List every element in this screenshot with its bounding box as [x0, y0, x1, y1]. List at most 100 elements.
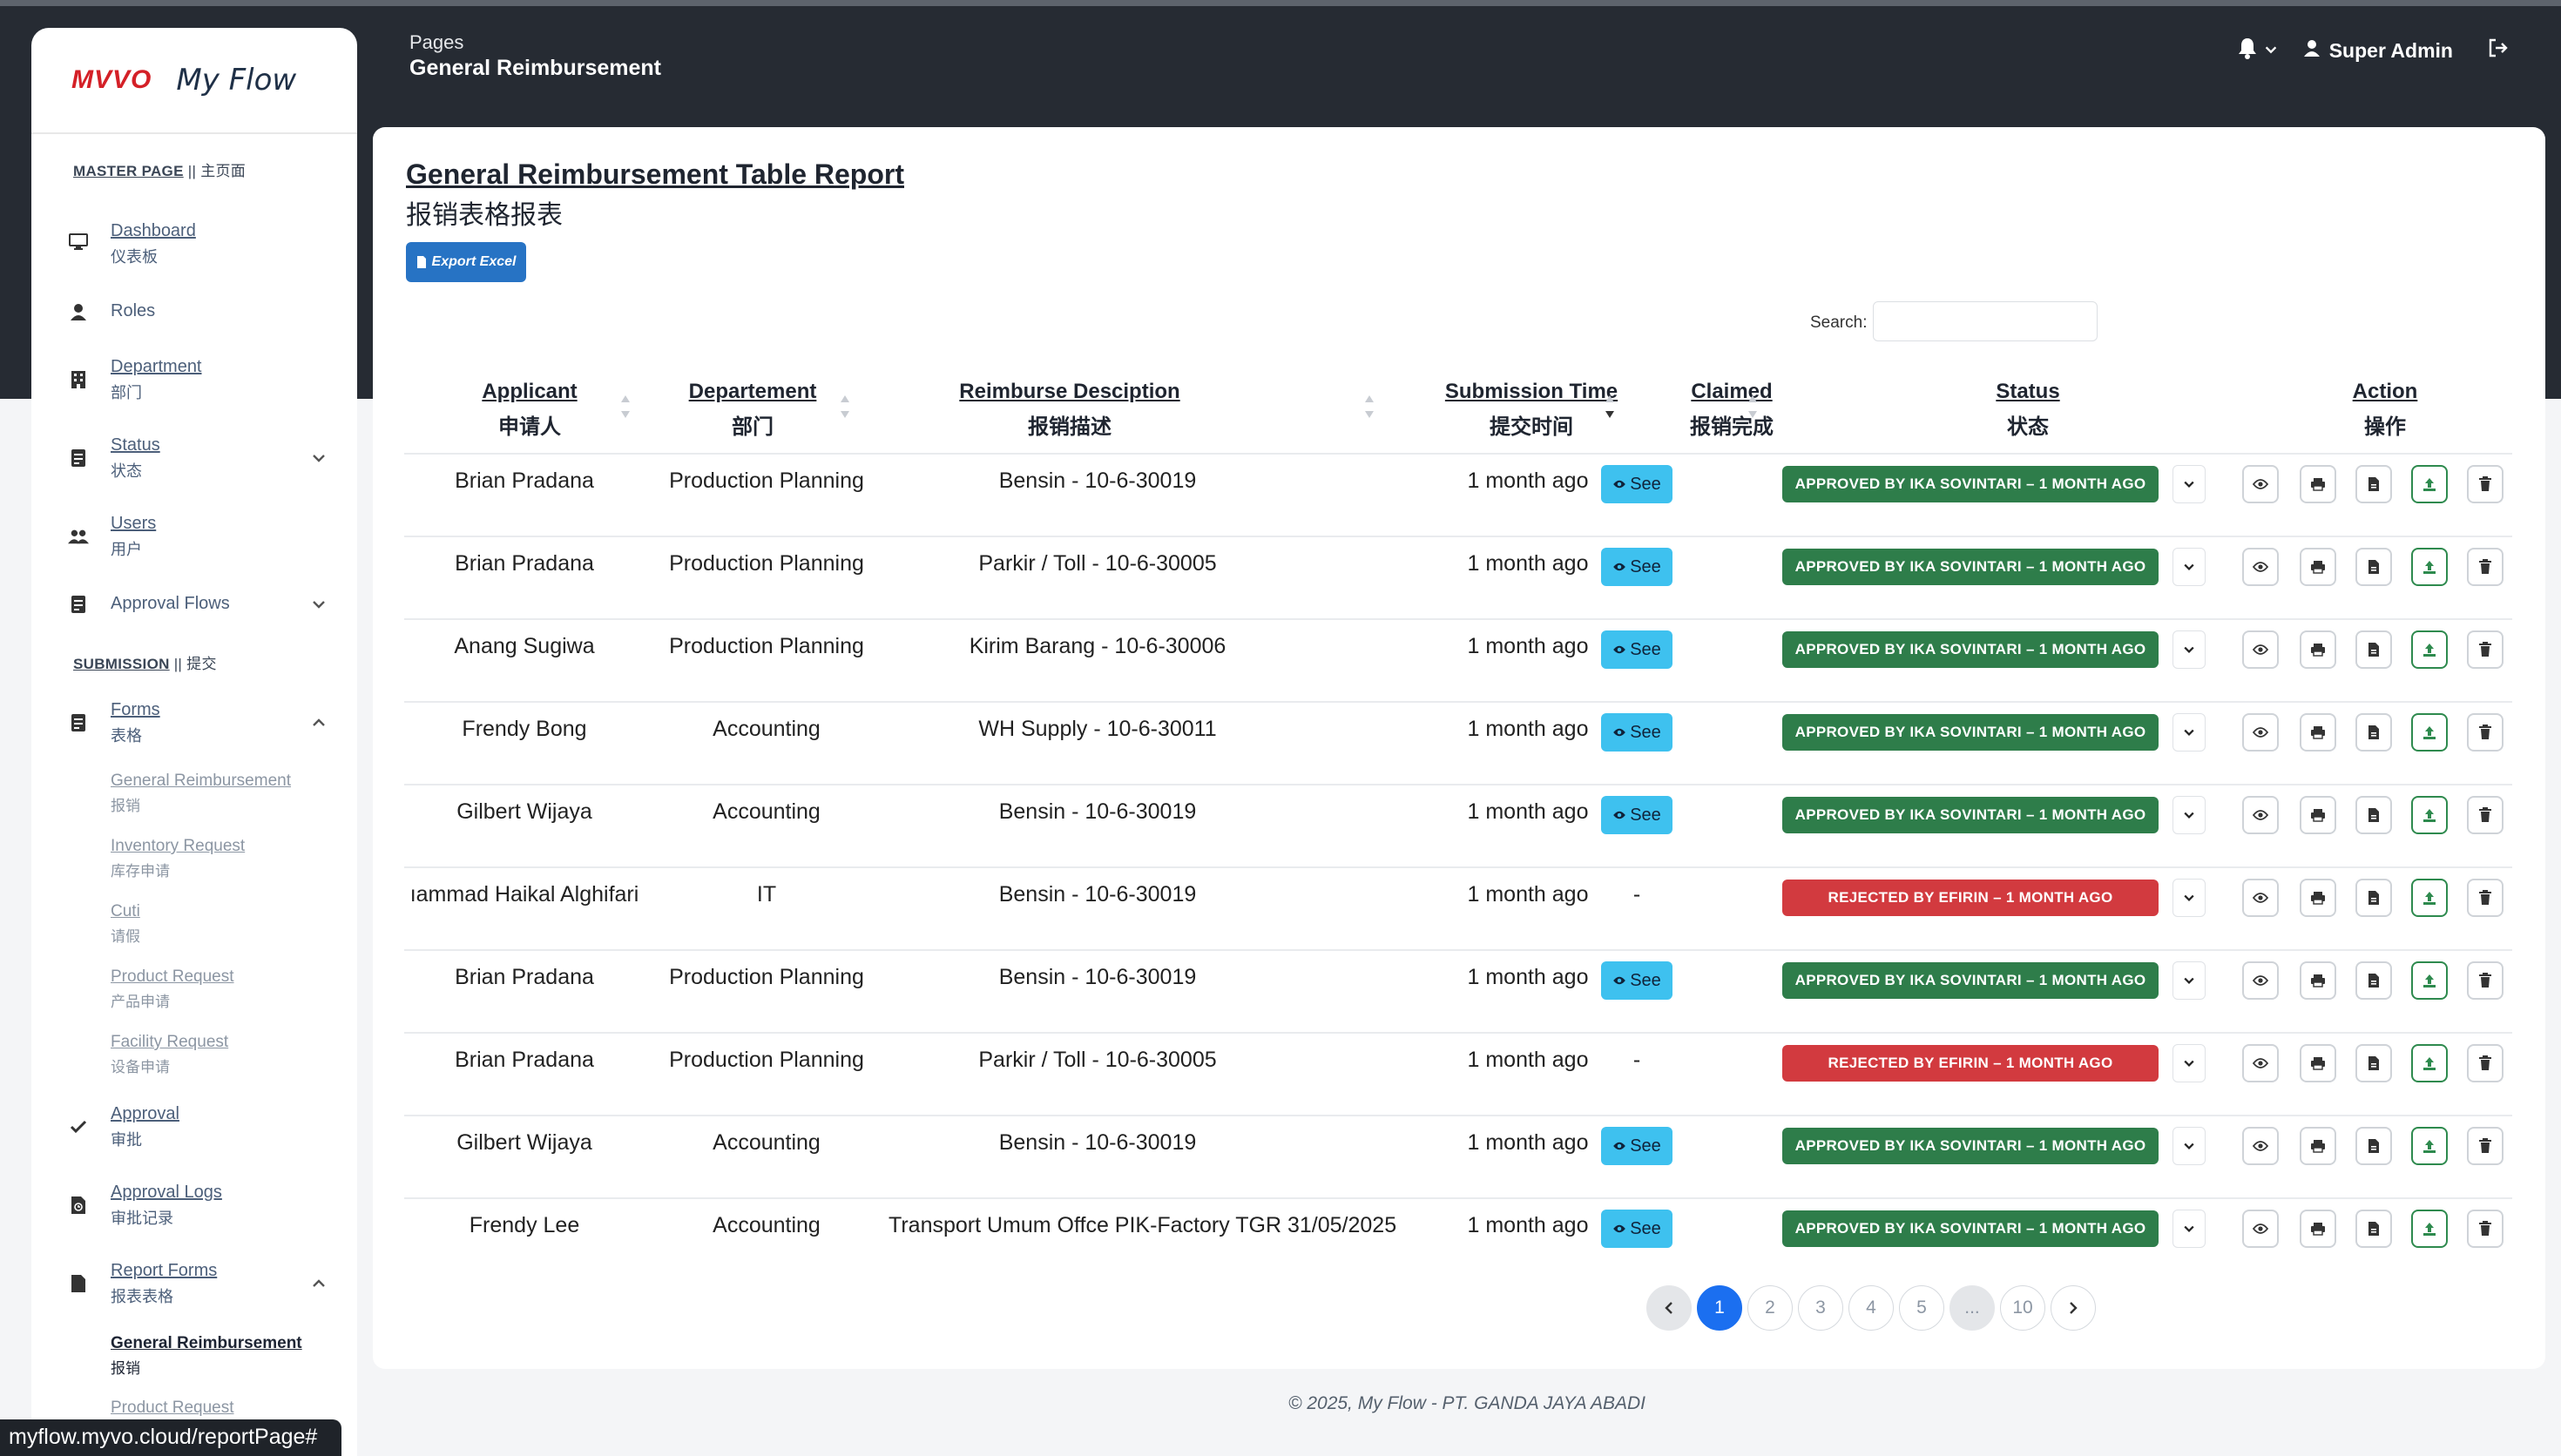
export-excel-button[interactable]: Export Excel — [406, 242, 526, 282]
delete-button[interactable] — [2467, 465, 2504, 503]
status-dropdown-button[interactable] — [2172, 465, 2206, 503]
chevron-up-icon[interactable] — [310, 714, 328, 731]
view-button[interactable] — [2242, 630, 2279, 669]
delete-button[interactable] — [2467, 879, 2504, 917]
see-button[interactable]: See — [1601, 713, 1672, 752]
delete-button[interactable] — [2467, 796, 2504, 834]
chevron-down-icon[interactable] — [310, 449, 328, 467]
upload-button[interactable] — [2411, 879, 2448, 917]
sort-icon[interactable] — [1746, 394, 1760, 420]
delete-button[interactable] — [2467, 630, 2504, 669]
status-dropdown-button[interactable] — [2172, 879, 2206, 917]
status-dropdown-button[interactable] — [2172, 796, 2206, 834]
chevron-up-icon[interactable] — [310, 1275, 328, 1292]
upload-button[interactable] — [2411, 961, 2448, 1000]
status-dropdown-button[interactable] — [2172, 548, 2206, 586]
page-button[interactable]: 3 — [1798, 1285, 1843, 1331]
file-button[interactable] — [2355, 630, 2392, 669]
col-applicant[interactable]: Applicant 申请人 — [416, 380, 643, 440]
see-button[interactable]: See — [1601, 961, 1672, 1000]
file-button[interactable] — [2355, 961, 2392, 1000]
file-button[interactable] — [2355, 1210, 2392, 1248]
upload-button[interactable] — [2411, 548, 2448, 586]
sidebar-subitem-inventory-request[interactable]: Inventory Request 库存申请 — [111, 837, 245, 880]
view-button[interactable] — [2242, 796, 2279, 834]
upload-button[interactable] — [2411, 630, 2448, 669]
print-button[interactable] — [2300, 1044, 2336, 1082]
page-button[interactable]: 5 — [1899, 1285, 1944, 1331]
print-button[interactable] — [2300, 961, 2336, 1000]
sidebar-subitem-facility-request[interactable]: Facility Request 设备申请 — [111, 1033, 228, 1076]
sidebar-subitem-cuti[interactable]: Cuti 请假 — [111, 902, 140, 946]
col-reimburse-description[interactable]: Reimburse Desciption 报销描述 — [869, 380, 1270, 440]
print-button[interactable] — [2300, 1127, 2336, 1165]
delete-button[interactable] — [2467, 1127, 2504, 1165]
sidebar-subitem-general-reimbursement[interactable]: General Reimbursement 报销 — [111, 772, 291, 815]
delete-button[interactable] — [2467, 548, 2504, 586]
sort-icon[interactable] — [618, 394, 632, 420]
page-button[interactable]: 10 — [2000, 1285, 2045, 1331]
print-button[interactable] — [2300, 1210, 2336, 1248]
status-dropdown-button[interactable] — [2172, 1210, 2206, 1248]
view-button[interactable] — [2242, 713, 2279, 752]
file-button[interactable] — [2355, 1127, 2392, 1165]
delete-button[interactable] — [2467, 1044, 2504, 1082]
upload-button[interactable] — [2411, 465, 2448, 503]
prev-page-button[interactable] — [1646, 1285, 1692, 1331]
see-button[interactable]: See — [1601, 548, 1672, 586]
view-button[interactable] — [2242, 1044, 2279, 1082]
col-submission-time[interactable]: Submission Time 提交时间 — [1409, 380, 1653, 440]
file-button[interactable] — [2355, 713, 2392, 752]
status-dropdown-button[interactable] — [2172, 630, 2206, 669]
next-page-button[interactable] — [2051, 1285, 2096, 1331]
sort-icon[interactable] — [1362, 394, 1376, 420]
sidebar-subitem-report-general-reimbursement[interactable]: General Reimbursement 报销 — [111, 1334, 302, 1378]
print-button[interactable] — [2300, 796, 2336, 834]
status-dropdown-button[interactable] — [2172, 1044, 2206, 1082]
see-button[interactable]: See — [1601, 1210, 1672, 1248]
see-button[interactable]: See — [1601, 465, 1672, 503]
file-button[interactable] — [2355, 548, 2392, 586]
view-button[interactable] — [2242, 879, 2279, 917]
status-dropdown-button[interactable] — [2172, 961, 2206, 1000]
see-button[interactable]: See — [1601, 1127, 1672, 1165]
view-button[interactable] — [2242, 548, 2279, 586]
col-claimed[interactable]: Claimed 报销完成 — [1653, 380, 1810, 440]
upload-button[interactable] — [2411, 713, 2448, 752]
print-button[interactable] — [2300, 713, 2336, 752]
upload-button[interactable] — [2411, 1210, 2448, 1248]
view-button[interactable] — [2242, 961, 2279, 1000]
upload-button[interactable] — [2411, 796, 2448, 834]
file-button[interactable] — [2355, 1044, 2392, 1082]
file-button[interactable] — [2355, 879, 2392, 917]
page-button[interactable]: 4 — [1848, 1285, 1894, 1331]
print-button[interactable] — [2300, 879, 2336, 917]
file-button[interactable] — [2355, 796, 2392, 834]
status-dropdown-button[interactable] — [2172, 713, 2206, 752]
file-button[interactable] — [2355, 465, 2392, 503]
breadcrumb[interactable]: Pages — [409, 31, 463, 54]
search-input[interactable] — [1873, 301, 2098, 341]
print-button[interactable] — [2300, 630, 2336, 669]
delete-button[interactable] — [2467, 713, 2504, 752]
view-button[interactable] — [2242, 465, 2279, 503]
view-button[interactable] — [2242, 1210, 2279, 1248]
user-name[interactable]: Super Admin — [2329, 39, 2453, 63]
chevron-down-icon[interactable] — [310, 596, 328, 613]
upload-button[interactable] — [2411, 1044, 2448, 1082]
page-button[interactable]: 1 — [1697, 1285, 1742, 1331]
upload-button[interactable] — [2411, 1127, 2448, 1165]
delete-button[interactable] — [2467, 961, 2504, 1000]
chevron-down-icon[interactable] — [2263, 39, 2279, 63]
view-button[interactable] — [2242, 1127, 2279, 1165]
print-button[interactable] — [2300, 548, 2336, 586]
sort-icon[interactable] — [838, 394, 852, 420]
brand[interactable]: MVVO My Flow — [31, 28, 357, 134]
sidebar-subitem-product-request[interactable]: Product Request 产品申请 — [111, 967, 234, 1011]
col-departement[interactable]: Departement 部门 — [652, 380, 854, 440]
see-button[interactable]: See — [1601, 796, 1672, 834]
bell-icon[interactable] — [2237, 37, 2258, 64]
status-dropdown-button[interactable] — [2172, 1127, 2206, 1165]
delete-button[interactable] — [2467, 1210, 2504, 1248]
page-button[interactable]: 2 — [1747, 1285, 1793, 1331]
